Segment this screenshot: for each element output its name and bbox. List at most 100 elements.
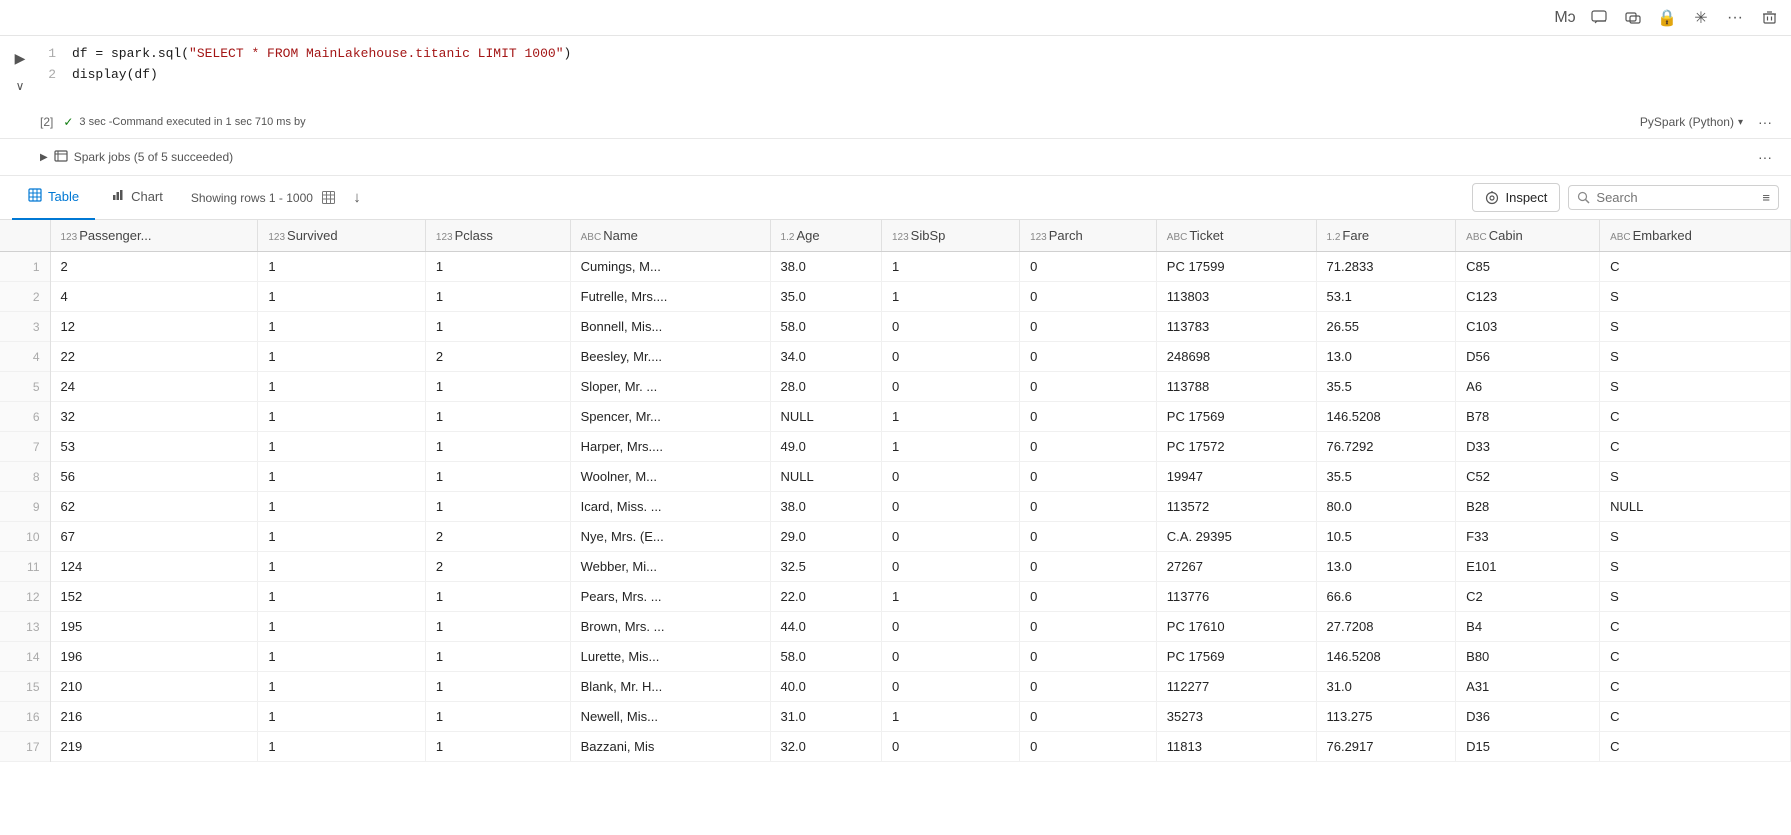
more-options-icon[interactable]: ··· — [1721, 4, 1749, 32]
table-cell: 67 — [50, 522, 258, 552]
row-number-cell: 2 — [0, 282, 50, 312]
table-cell: 2 — [50, 252, 258, 282]
table-cell: 66.6 — [1316, 582, 1456, 612]
col-header-ticket[interactable]: ABCTicket — [1156, 220, 1316, 252]
col-header-fare[interactable]: 1.2Fare — [1316, 220, 1456, 252]
table-cell: 76.2917 — [1316, 732, 1456, 762]
row-number-cell: 15 — [0, 672, 50, 702]
markdown-icon[interactable]: Mↄ — [1551, 4, 1579, 32]
table-row: 1621611Newell, Mis...31.01035273113.275D… — [0, 702, 1791, 732]
lock-icon[interactable]: 🔒 — [1653, 4, 1681, 32]
tab-table[interactable]: Table — [12, 176, 95, 220]
row-number-cell: 6 — [0, 402, 50, 432]
table-cell: 1 — [425, 282, 570, 312]
data-table-container[interactable]: 123Passenger... 123Survived 123Pclass AB… — [0, 220, 1791, 821]
filter-icon[interactable]: ≡ — [1762, 190, 1770, 205]
top-toolbar: Mↄ 🔒 ✳ ··· — [0, 0, 1791, 36]
table-cell: S — [1600, 582, 1791, 612]
table-cell: Cumings, M... — [570, 252, 770, 282]
table-cell: 0 — [881, 522, 1019, 552]
table-cell: 1 — [881, 432, 1019, 462]
table-cell: C — [1600, 252, 1791, 282]
table-cell: 113776 — [1156, 582, 1316, 612]
table-cell: 53 — [50, 432, 258, 462]
table-cell: 146.5208 — [1316, 402, 1456, 432]
table-cell: 124 — [50, 552, 258, 582]
table-cell: 31.0 — [770, 702, 881, 732]
table-cell: 113788 — [1156, 372, 1316, 402]
table-cell: 0 — [881, 732, 1019, 762]
table-cell: PC 17569 — [1156, 642, 1316, 672]
table-cell: 22 — [50, 342, 258, 372]
col-header-parch[interactable]: 123Parch — [1020, 220, 1157, 252]
search-input[interactable] — [1596, 190, 1756, 205]
table-cell: 0 — [1020, 732, 1157, 762]
row-number-cell: 10 — [0, 522, 50, 552]
table-cell: 0 — [1020, 702, 1157, 732]
table-cell: 32 — [50, 402, 258, 432]
asterisk-icon[interactable]: ✳ — [1687, 4, 1715, 32]
table-cell: 1 — [425, 672, 570, 702]
table-cell: 44.0 — [770, 612, 881, 642]
table-cell: 80.0 — [1316, 492, 1456, 522]
spark-expand-icon[interactable]: ▶ — [40, 152, 48, 163]
spark-jobs-more[interactable]: ··· — [1751, 143, 1779, 171]
row-number-cell: 4 — [0, 342, 50, 372]
code-line-1: 1 df = spark.sql("SELECT * FROM MainLake… — [40, 44, 1791, 65]
chart-icon — [111, 188, 125, 205]
search-box[interactable]: ≡ — [1568, 185, 1779, 210]
table-cell: 24 — [50, 372, 258, 402]
col-header-name[interactable]: ABCName — [570, 220, 770, 252]
chevron-down-icon: ▾ — [1738, 117, 1743, 128]
col-header-passengerId[interactable]: 123Passenger... — [50, 220, 258, 252]
table-cell: 113783 — [1156, 312, 1316, 342]
table-cell: 112277 — [1156, 672, 1316, 702]
collapse-button[interactable]: ∨ — [8, 74, 32, 98]
run-button[interactable]: ▶ — [8, 46, 32, 70]
table-cell: D36 — [1456, 702, 1600, 732]
table-cell: Sloper, Mr. ... — [570, 372, 770, 402]
table-cell: 195 — [50, 612, 258, 642]
row-number-cell: 14 — [0, 642, 50, 672]
table-cell: Woolner, M... — [570, 462, 770, 492]
inspect-button[interactable]: Inspect — [1472, 183, 1560, 212]
table-cell: 1 — [425, 612, 570, 642]
pyspark-selector[interactable]: PySpark (Python) ▾ — [1640, 115, 1743, 129]
row-number-cell: 13 — [0, 612, 50, 642]
table-cell: C — [1600, 432, 1791, 462]
table-body: 1211Cumings, M...38.010PC 1759971.2833C8… — [0, 252, 1791, 762]
row-num-header — [0, 220, 50, 252]
table-cell: 58.0 — [770, 312, 881, 342]
tab-chart[interactable]: Chart — [95, 176, 179, 220]
table-cell: S — [1600, 552, 1791, 582]
table-row: 96211Icard, Miss. ...38.00011357280.0B28… — [0, 492, 1791, 522]
customize-columns-icon[interactable] — [317, 186, 341, 210]
table-cell: 1 — [881, 402, 1019, 432]
table-cell: 29.0 — [770, 522, 881, 552]
download-icon[interactable]: ↓ — [345, 186, 369, 210]
col-header-survived[interactable]: 123Survived — [258, 220, 426, 252]
col-header-cabin[interactable]: ABCCabin — [1456, 220, 1600, 252]
col-header-sibsp[interactable]: 123SibSp — [881, 220, 1019, 252]
table-cell: 1 — [258, 732, 426, 762]
table-cell: 2 — [425, 342, 570, 372]
comment-icon[interactable] — [1585, 4, 1613, 32]
row-number-cell: 7 — [0, 432, 50, 462]
table-row: 1215211Pears, Mrs. ...22.01011377666.6C2… — [0, 582, 1791, 612]
delete-icon[interactable] — [1755, 4, 1783, 32]
table-cell: C103 — [1456, 312, 1600, 342]
output-toolbar: Table Chart Showing rows 1 - 1000 ↓ — [0, 176, 1791, 220]
rows-info-text: Showing rows 1 - 1000 — [191, 191, 313, 205]
table-cell: C2 — [1456, 582, 1600, 612]
row-number-cell: 8 — [0, 462, 50, 492]
chat-icon[interactable] — [1619, 4, 1647, 32]
tab-chart-label: Chart — [131, 189, 163, 204]
spark-jobs-icon — [54, 149, 68, 166]
col-header-age[interactable]: 1.2Age — [770, 220, 881, 252]
col-header-pclass[interactable]: 123Pclass — [425, 220, 570, 252]
table-cell: 0 — [881, 342, 1019, 372]
cell-more-options[interactable]: ··· — [1751, 108, 1779, 136]
row-number-cell: 12 — [0, 582, 50, 612]
col-header-embarked[interactable]: ABCEmbarked — [1600, 220, 1791, 252]
table-cell: 0 — [1020, 282, 1157, 312]
